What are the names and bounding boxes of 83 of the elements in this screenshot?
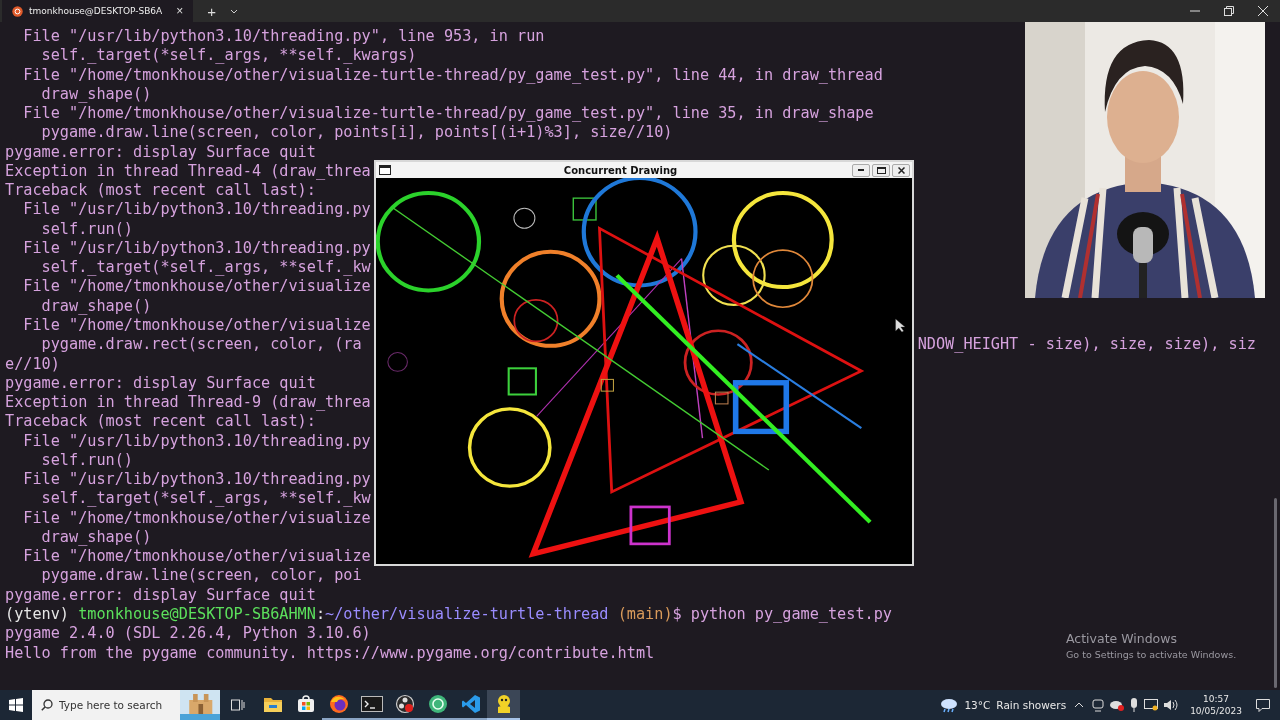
terminal-line: File "/home/tmonkhouse/other/visualize <box>22 547 371 567</box>
terminal-line: File "/usr/lib/python3.10/threading.py <box>22 200 371 220</box>
activation-text: Go to Settings to activate Windows. <box>1066 649 1237 660</box>
camera-icon <box>1092 698 1105 712</box>
fox-globe-icon <box>328 694 349 714</box>
network-icon <box>1144 699 1159 711</box>
terminal-line: pygame 2.4.0 (SDL 2.26.4, Python 3.10.6) <box>5 624 371 644</box>
store-icon <box>296 695 315 713</box>
terminal-line: NDOW_HEIGHT - size), size, size), siz <box>917 335 1256 355</box>
chevron-up-icon <box>1074 702 1085 708</box>
folder-icon <box>262 695 283 713</box>
terminal-line: self.run() <box>40 219 133 239</box>
terminal-line: File "/usr/lib/python3.10/threading.py <box>22 470 371 490</box>
terminal-line: File "/home/tmonkhouse/other/visualize <box>22 508 371 528</box>
close-icon <box>897 166 905 174</box>
clock[interactable]: 10:57 10/05/2023 <box>1184 693 1248 717</box>
terminal-line: Hello from the pygame community. https://www.pygame.org/contribute.html <box>5 643 655 663</box>
terminal-line: pygame.draw.line(screen, color, points[i], points[(i+1)%3], size//10) <box>40 123 673 143</box>
terminal-line: self._target(*self._args, **self._kwargs) <box>40 46 417 66</box>
close-button[interactable] <box>892 163 910 177</box>
prompt-user: tmonkhouse@DESKTOP-SB6AHMN <box>78 604 316 625</box>
terminal-line: pygame.error: display Surface quit <box>5 585 316 605</box>
cloud-error-icon <box>1110 699 1125 711</box>
terminal-line: Traceback (most recent call last): <box>5 181 316 201</box>
minimize-icon <box>858 169 864 171</box>
record-icon <box>394 694 415 714</box>
terminal-line: Exception in thread Thread-9 (draw_threa <box>5 393 371 413</box>
terminal-line: File "/usr/lib/python3.10/threading.py <box>22 431 371 451</box>
notifications-button[interactable] <box>1254 698 1272 712</box>
terminal-line: pygame.draw.line(screen, color, poi <box>40 566 362 586</box>
knot-icon <box>427 694 448 714</box>
windows-logo-icon <box>9 698 23 712</box>
prompt-command: $ python py_game_test.py <box>672 604 892 625</box>
terminal-line: File "/usr/lib/python3.10/threading.py <box>22 238 371 259</box>
cloud-rain-icon <box>940 697 959 713</box>
terminal-line: File "/home/tmonkhouse/other/visualize <box>22 316 371 336</box>
prompt-path: ~/other/visualize-turtle-thread <box>325 604 609 625</box>
minimize-icon <box>1190 10 1200 12</box>
terminal-line: draw_shape() <box>40 296 152 316</box>
restore-icon <box>1224 6 1234 16</box>
maximize-button[interactable] <box>872 163 890 177</box>
terminal-line: draw_shape() <box>40 84 152 105</box>
terminal-line: self.run() <box>40 450 133 471</box>
search-icon <box>41 699 53 711</box>
terminal-line: File "/home/tmonkhouse/other/visualize-turtle-thread/py_game_test.py", line 44, in draw_thread <box>22 65 883 85</box>
speech-bubble-icon <box>1256 698 1270 712</box>
prompt-separator: : <box>315 604 326 625</box>
terminal-line: File "/home/tmonkhouse/other/visualize-turtle-thread/py_game_test.py", line 35, in draw_shape <box>22 104 874 124</box>
activation-title: Activate Windows <box>1066 631 1178 646</box>
terminal-line: pygame.error: display Surface quit <box>5 373 316 394</box>
new-tab-button[interactable]: + <box>201 0 222 22</box>
temperature: 13°C <box>964 699 991 711</box>
speaker-icon <box>1164 699 1179 711</box>
window-title: Concurrent Drawing <box>562 164 679 176</box>
terminal-line: e//10) <box>5 354 60 374</box>
maximize-icon <box>876 166 886 174</box>
terminal-line: Traceback (most recent call last): <box>5 412 316 432</box>
terminal-line: Exception in thread Thread-4 (draw_threa <box>5 161 371 182</box>
scrollbar[interactable] <box>1274 498 1277 688</box>
search-bar[interactable]: Type here to search <box>32 690 220 720</box>
terminal-line: File "/usr/lib/python3.10/threading.py", line 953, in run <box>22 27 545 47</box>
code-editor-icon <box>460 694 481 714</box>
terminal-line: self._target(*self._args, **self._kw <box>40 489 371 509</box>
circle-logo-icon <box>12 5 23 17</box>
close-tab-button[interactable]: × <box>174 4 186 18</box>
terminal-tab[interactable]: tmonkhouse@DESKTOP-SB6A <box>2 0 167 22</box>
window-icon <box>379 165 391 175</box>
close-icon <box>1258 6 1268 16</box>
terminal-line: pygame.draw.rect(screen, color, (ra <box>40 335 362 355</box>
minimize-button[interactable] <box>852 163 870 177</box>
microphone-icon <box>1130 698 1139 712</box>
chevron-down-icon <box>230 8 238 14</box>
terminal-line: self._target(*self._args, **self._kw <box>40 258 371 278</box>
task-view-icon <box>231 698 245 712</box>
cursor-icon <box>895 318 906 333</box>
prompt-env: (ytenv) <box>5 604 70 625</box>
prompt-branch: (main) <box>616 604 673 625</box>
taskbar-app[interactable] <box>487 690 520 720</box>
terminal-line: File "/home/tmonkhouse/other/visualize <box>22 277 371 297</box>
terminal-line: pygame.error: display Surface quit <box>5 142 316 162</box>
terminal-icon <box>360 696 383 712</box>
terminal-line: draw_shape() <box>40 527 152 548</box>
weather-condition: Rain showers <box>996 699 1067 711</box>
